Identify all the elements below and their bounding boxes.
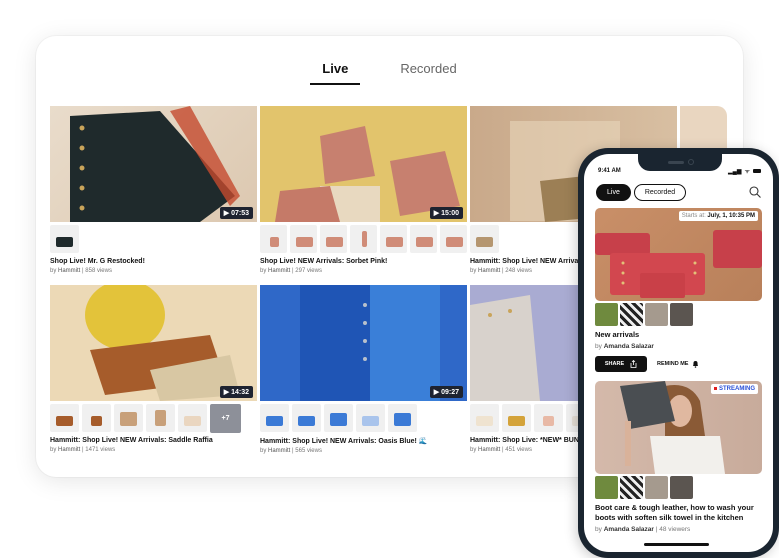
product-thumbnail[interactable] xyxy=(470,404,499,432)
product-thumbnail[interactable] xyxy=(356,404,385,432)
product-thumbnail[interactable] xyxy=(595,303,618,326)
video-title[interactable]: Shop Live! Mr. G Restocked! xyxy=(50,258,257,265)
product-thumbnail[interactable] xyxy=(290,225,317,253)
phone-frame: 9:41 AM ▂▄▆ ᯤ Live Recorded Starts at: J… xyxy=(578,148,779,558)
product-thumbnail[interactable] xyxy=(645,303,668,326)
share-button[interactable]: SHARE xyxy=(595,356,647,372)
phone-tab-live[interactable]: Live xyxy=(596,184,631,201)
product-thumbnail[interactable] xyxy=(50,225,79,253)
video-card[interactable]: ▶ 09:27 Hammitt: Shop Live! NEW Arrivals… xyxy=(260,285,467,454)
streaming-badge: STREAMING xyxy=(711,384,758,394)
product-thumbnail[interactable] xyxy=(82,404,111,432)
product-strip xyxy=(260,404,467,432)
video-thumbnail[interactable]: ▶ 07:53 xyxy=(50,106,257,222)
product-thumbnail[interactable] xyxy=(260,225,287,253)
product-thumbnail[interactable] xyxy=(380,225,407,253)
starts-at-badge: Starts at: July, 1, 10:35 PM xyxy=(678,211,758,221)
home-indicator[interactable] xyxy=(644,543,709,546)
product-thumbnail[interactable] xyxy=(350,225,377,253)
video-thumbnail[interactable]: ▶ 14:32 xyxy=(50,285,257,401)
product-thumbnail[interactable] xyxy=(620,476,643,499)
feed-actions: SHARE REMIND ME xyxy=(595,356,762,372)
live-dot-icon xyxy=(714,386,717,390)
feed-title[interactable]: Boot care & tough leather, how to wash y… xyxy=(595,503,762,523)
feed-item[interactable]: STREAMING Boot care & tough leather, how… xyxy=(595,381,762,533)
product-thumbnail[interactable] xyxy=(292,404,321,432)
product-thumbnail[interactable] xyxy=(440,225,467,253)
product-strip: +7 xyxy=(50,404,257,433)
blue-bag-image xyxy=(300,285,440,401)
product-thumbnail[interactable] xyxy=(320,225,347,253)
saddle-bag-image xyxy=(85,285,240,401)
product-thumbnail[interactable] xyxy=(50,404,79,432)
feed-thumbnail[interactable]: STREAMING xyxy=(595,381,762,474)
tab-recorded[interactable]: Recorded xyxy=(388,58,468,85)
product-thumbnail[interactable] xyxy=(260,404,289,432)
video-meta: by Hammitt | 565 views xyxy=(260,448,322,454)
feed-item[interactable]: Starts at: July, 1, 10:35 PM New arrival… xyxy=(595,208,762,372)
video-meta: by Hammitt | 1471 views xyxy=(50,447,116,453)
video-meta: by Hammitt | 297 views xyxy=(260,268,322,274)
status-time: 9:41 AM xyxy=(598,168,621,174)
product-thumbnail[interactable] xyxy=(595,476,618,499)
bell-icon xyxy=(693,361,699,368)
video-title[interactable]: Hammitt: Shop Live! NEW Arrivals: Saddle… xyxy=(50,437,257,444)
red-bags-image xyxy=(595,230,762,298)
product-thumbnail[interactable] xyxy=(388,404,417,432)
product-thumbnail[interactable] xyxy=(410,225,437,253)
product-thumbnail[interactable] xyxy=(534,404,563,432)
product-thumbnail[interactable] xyxy=(146,404,175,432)
duration-badge: ▶ 09:27 xyxy=(429,386,463,398)
phone-notch xyxy=(638,154,722,171)
product-strip xyxy=(595,476,762,499)
video-meta: by Hammitt | 858 views xyxy=(50,268,112,274)
video-thumbnail[interactable]: ▶ 15:00 xyxy=(260,106,467,222)
search-icon[interactable] xyxy=(749,186,761,198)
signal-icon: ▂▄▆ xyxy=(728,168,742,175)
product-thumbnail[interactable] xyxy=(645,476,668,499)
duration-badge: ▶ 15:00 xyxy=(429,207,463,219)
duration-badge: ▶ 14:32 xyxy=(219,386,253,398)
video-title[interactable]: Hammitt: Shop Live! NEW Arrivals: Oasis … xyxy=(260,437,467,445)
product-thumbnail[interactable] xyxy=(114,404,143,432)
product-thumbnail[interactable] xyxy=(670,303,693,326)
feed-author: by Amanda Salazar | 48 viewers xyxy=(595,526,691,533)
product-thumbnail[interactable] xyxy=(670,476,693,499)
phone-tab-recorded[interactable]: Recorded xyxy=(633,184,687,201)
pink-bags-image xyxy=(275,126,460,222)
product-thumbnail[interactable] xyxy=(178,404,207,432)
product-strip xyxy=(595,303,762,326)
product-thumbnail[interactable] xyxy=(620,303,643,326)
product-thumbnail[interactable] xyxy=(324,404,353,432)
feed-thumbnail[interactable]: Starts at: July, 1, 10:35 PM xyxy=(595,208,762,301)
status-icons: ▂▄▆ ᯤ xyxy=(728,167,761,175)
video-card[interactable]: ▶ 14:32 +7 Hammitt: Shop Live! NEW Arriv… xyxy=(50,285,257,453)
more-products-button[interactable]: +7 xyxy=(210,404,241,433)
product-strip xyxy=(50,225,257,253)
woman-with-bag-image xyxy=(620,381,725,474)
video-title[interactable]: Shop Live! NEW Arrivals: Sorbet Pink! xyxy=(260,258,467,265)
product-thumbnail[interactable] xyxy=(470,225,499,253)
video-card[interactable]: ▶ 07:53 Shop Live! Mr. G Restocked! by H… xyxy=(50,106,257,274)
feed-author: by Amanda Salazar xyxy=(595,343,654,350)
phone-screen: 9:41 AM ▂▄▆ ᯤ Live Recorded Starts at: J… xyxy=(584,154,773,552)
marketing-composite: Live Recorded ▶ 07:53 Shop Live! Mr. G R… xyxy=(0,0,779,558)
product-thumbnail[interactable] xyxy=(502,404,531,432)
black-bag-image xyxy=(70,106,240,222)
feed-title[interactable]: New arrivals xyxy=(595,330,762,340)
remind-me-button[interactable]: REMIND ME xyxy=(657,360,699,368)
duration-badge: ▶ 07:53 xyxy=(219,207,253,219)
video-card[interactable]: ▶ 15:00 Shop Live! NEW Arrivals: Sorbet … xyxy=(260,106,467,274)
phone-tabs: Live Recorded xyxy=(596,184,687,201)
desktop-tabs: Live Recorded xyxy=(36,58,743,85)
battery-icon xyxy=(753,169,761,173)
wifi-icon: ᯤ xyxy=(744,169,750,175)
phone-feed: Starts at: July, 1, 10:35 PM New arrival… xyxy=(595,208,762,533)
tab-live[interactable]: Live xyxy=(310,58,361,85)
share-icon xyxy=(630,360,637,368)
video-thumbnail[interactable]: ▶ 09:27 xyxy=(260,285,467,401)
product-strip xyxy=(260,225,467,253)
